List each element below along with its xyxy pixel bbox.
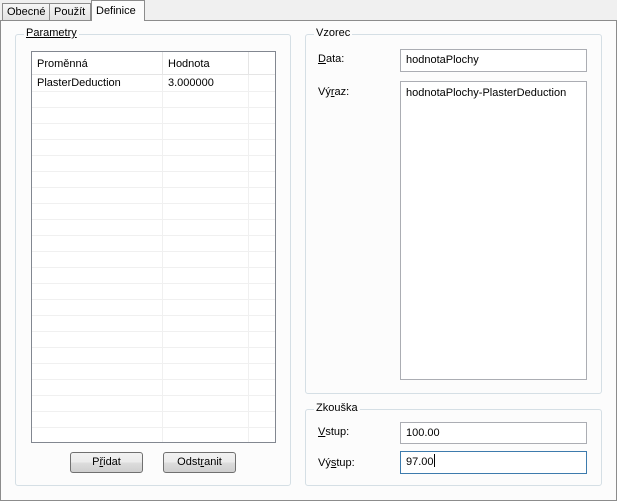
empty-row[interactable] bbox=[32, 267, 275, 284]
parametry-grid[interactable]: Proměnná Hodnota PlasterDeduction 3.00000… bbox=[31, 51, 276, 443]
empty-row[interactable] bbox=[32, 155, 275, 172]
vyraz-label-a: Vý bbox=[318, 86, 331, 98]
vystup-label: Výstup: bbox=[318, 457, 355, 469]
text-caret bbox=[433, 454, 435, 467]
tab-pouzit-label: Použít bbox=[54, 6, 86, 18]
odstranit-label-b: anit bbox=[204, 456, 222, 468]
column-separator[interactable] bbox=[248, 52, 249, 74]
grid-column-line bbox=[162, 75, 163, 442]
vystup-field[interactable]: 97.00 bbox=[400, 451, 587, 474]
column-header-hodnota[interactable]: Hodnota bbox=[163, 52, 248, 74]
vzorec-group-title: Vzorec bbox=[314, 27, 353, 39]
vstup-label: Vstup: bbox=[318, 426, 349, 438]
empty-row[interactable] bbox=[32, 171, 275, 188]
zkouska-group: Zkouška bbox=[305, 402, 602, 486]
data-label: Data: bbox=[318, 53, 344, 65]
empty-row[interactable] bbox=[32, 235, 275, 252]
vyraz-label-b: az: bbox=[334, 86, 350, 98]
grid-column-line bbox=[248, 75, 249, 442]
empty-row[interactable] bbox=[32, 379, 275, 396]
empty-row[interactable] bbox=[32, 123, 275, 140]
empty-row[interactable] bbox=[32, 331, 275, 348]
pridat-button[interactable]: Přidat bbox=[70, 452, 143, 473]
empty-row[interactable] bbox=[32, 283, 275, 300]
table-row[interactable]: PlasterDeduction 3.000000 bbox=[32, 75, 275, 92]
cell-promenna[interactable]: PlasterDeduction bbox=[32, 75, 162, 91]
tab-obecne-label: Obecné bbox=[7, 6, 46, 18]
pridat-label-b: idat bbox=[103, 456, 121, 468]
tab-definice-label: Definice bbox=[96, 5, 136, 17]
empty-row[interactable] bbox=[32, 299, 275, 316]
vstup-label-rest: stup: bbox=[325, 426, 350, 438]
odstranit-button[interactable]: Odstranit bbox=[163, 452, 236, 473]
empty-row[interactable] bbox=[32, 203, 275, 220]
empty-row[interactable] bbox=[32, 107, 275, 124]
empty-row[interactable] bbox=[32, 411, 275, 428]
grid-header: Proměnná Hodnota bbox=[32, 52, 275, 75]
cell-hodnota[interactable]: 3.000000 bbox=[163, 75, 248, 91]
tab-definice[interactable]: Definice bbox=[91, 0, 145, 21]
empty-row[interactable] bbox=[32, 315, 275, 332]
empty-row[interactable] bbox=[32, 363, 275, 380]
empty-row[interactable] bbox=[32, 395, 275, 412]
parametry-group-title: Parametry bbox=[24, 27, 79, 39]
column-header-promenna[interactable]: Proměnná bbox=[32, 52, 162, 74]
empty-row[interactable] bbox=[32, 91, 275, 108]
zkouska-group-title: Zkouška bbox=[314, 402, 360, 414]
tab-pouzit[interactable]: Použít bbox=[49, 3, 91, 20]
tab-strip: Obecné Použít Definice bbox=[0, 0, 617, 21]
data-label-accel: D bbox=[318, 53, 326, 65]
odstranit-label-a: Odst bbox=[177, 456, 201, 468]
parametry-title-text: Parametry bbox=[26, 27, 77, 39]
data-label-rest: ata: bbox=[325, 53, 345, 65]
vstup-field[interactable]: 100.00 bbox=[400, 422, 587, 444]
vystup-label-b: tup: bbox=[336, 457, 355, 469]
empty-row[interactable] bbox=[32, 347, 275, 364]
empty-row[interactable] bbox=[32, 139, 275, 156]
vyraz-textarea[interactable]: hodnotaPlochy-PlasterDeduction bbox=[400, 81, 587, 380]
empty-row[interactable] bbox=[32, 427, 275, 442]
vystup-value: 97.00 bbox=[406, 456, 434, 468]
data-field[interactable]: hodnotaPlochy bbox=[400, 49, 587, 72]
tab-obecne[interactable]: Obecné bbox=[2, 3, 50, 20]
vystup-label-a: Vý bbox=[318, 457, 331, 469]
empty-row[interactable] bbox=[32, 251, 275, 268]
empty-row[interactable] bbox=[32, 219, 275, 236]
empty-row[interactable] bbox=[32, 187, 275, 204]
vyraz-label: Výraz: bbox=[318, 86, 349, 98]
